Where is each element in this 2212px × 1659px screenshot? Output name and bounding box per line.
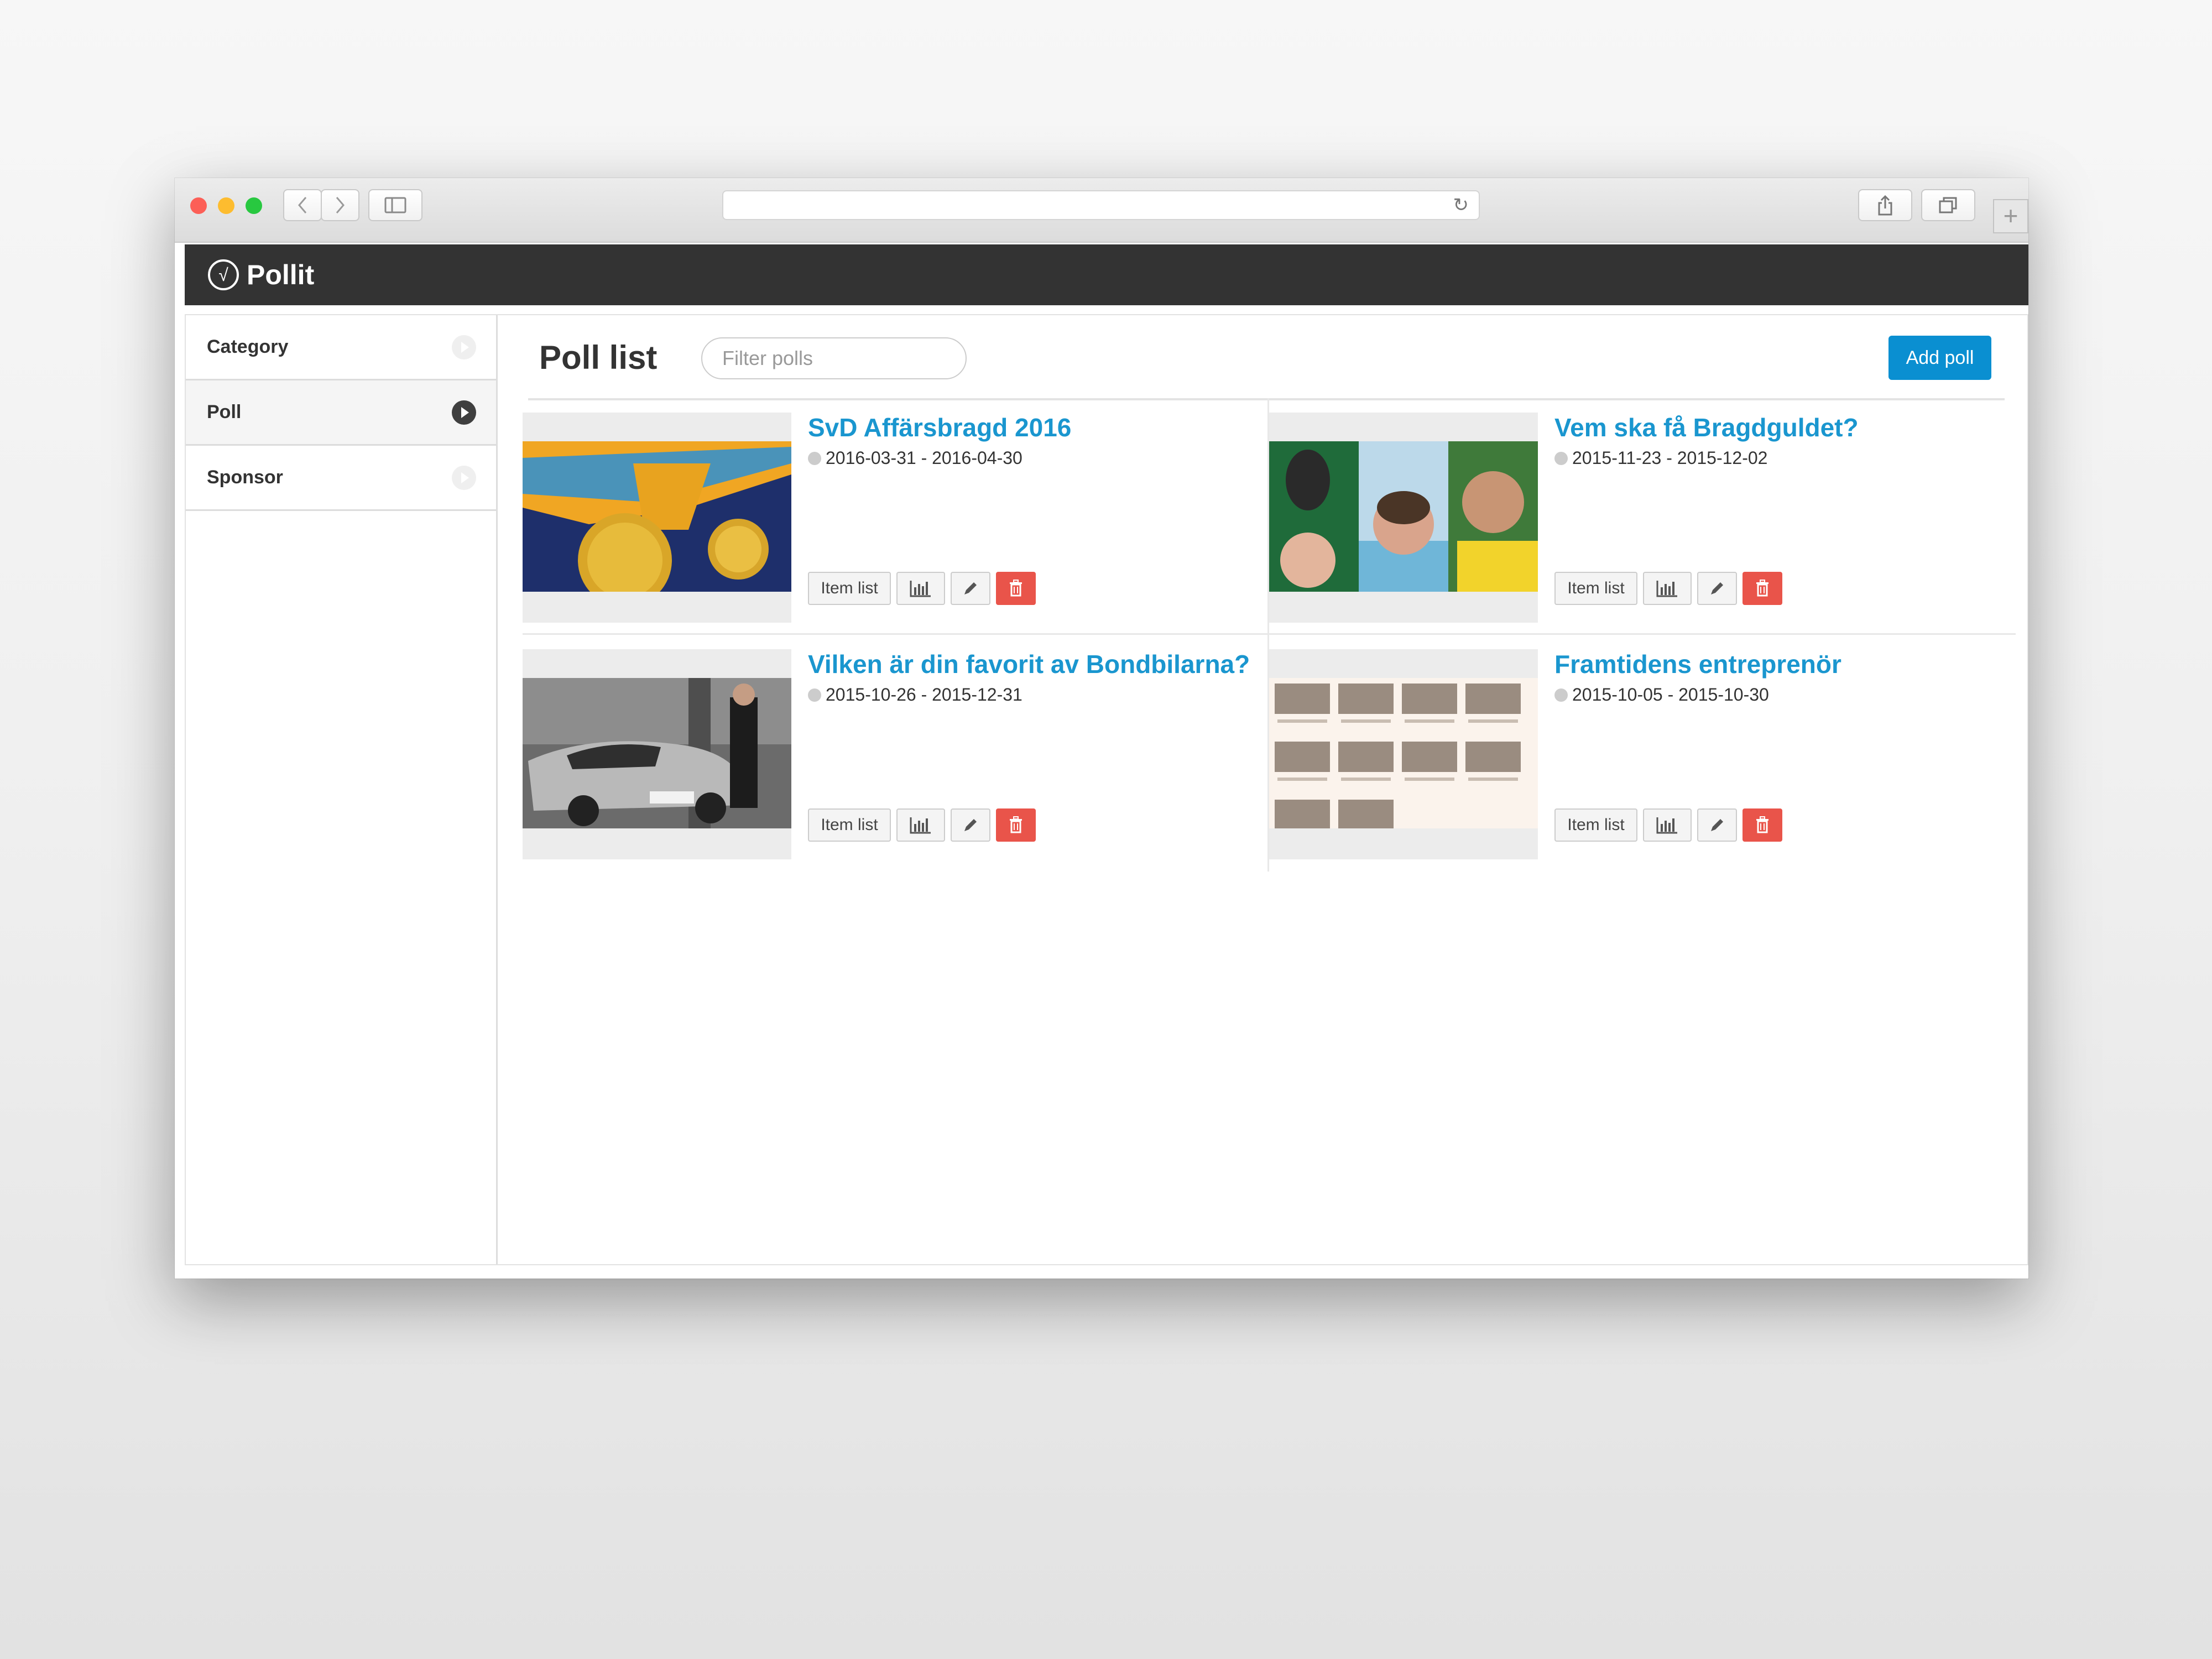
edit-button[interactable] [951,572,990,605]
poll-card: SvD Affärsbragd 2016 2016-03-31 - 2016-0… [523,398,1269,635]
stats-button[interactable] [1643,572,1692,605]
close-window-button[interactable] [190,197,207,214]
delete-button[interactable] [1743,808,1782,842]
poll-date-range: 2015-10-26 - 2015-12-31 [826,685,1022,705]
trash-icon [1756,580,1768,597]
tabs-overview-button[interactable] [1921,189,1975,221]
status-dot [1554,451,1568,465]
forward-button[interactable] [321,189,359,221]
poll-list-header: Poll list Add poll [528,315,2005,400]
main-content: Poll list Add poll [498,315,2027,1264]
poll-dates: 2015-10-26 - 2015-12-31 [808,685,1022,705]
edit-button[interactable] [1697,572,1737,605]
delete-button[interactable] [996,808,1036,842]
share-button[interactable] [1858,189,1912,221]
trash-icon [1010,580,1022,597]
pencil-icon [1711,819,1723,831]
poll-dates: 2016-03-31 - 2016-04-30 [808,448,1022,468]
entrepreneurs-grid-image [1269,678,1538,828]
poll-thumbnail[interactable] [523,649,791,859]
stats-button[interactable] [1643,808,1692,842]
play-arrow-icon [452,335,476,359]
bar-chart-icon [1656,817,1677,834]
poll-date-range: 2016-03-31 - 2016-04-30 [826,448,1022,468]
trash-icon [1010,816,1022,833]
sidebar-icon [384,197,406,213]
sidebar: Category Poll Sponsor [186,315,498,1264]
sidebar-item-label: Poll [207,401,242,422]
bar-chart-icon [910,581,931,597]
poll-title[interactable]: SvD Affärsbragd 2016 [808,413,1071,442]
poll-title[interactable]: Vem ska få Bragdguldet? [1554,413,1859,442]
item-list-button[interactable]: Item list [1554,572,1637,605]
poll-actions: Item list [808,572,1036,605]
pencil-icon [1711,582,1723,594]
item-list-button[interactable]: Item list [808,572,891,605]
sidebar-item-label: Sponsor [207,467,283,488]
browser-titlebar: ↻ + [175,178,2028,243]
address-bar[interactable]: ↻ [722,190,1480,220]
stats-button[interactable] [896,808,945,842]
add-poll-button[interactable]: Add poll [1888,336,1991,380]
new-tab-button[interactable]: + [1993,199,2028,233]
status-dot [808,688,821,702]
sidebar-toggle-button[interactable] [368,189,422,221]
app-body: Category Poll Sponsor Poll list Add poll [185,314,2028,1265]
poll-card: Vem ska få Bragdguldet? 2015-11-23 - 201… [1269,398,2016,635]
minimize-window-button[interactable] [218,197,234,214]
poll-date-range: 2015-11-23 - 2015-12-02 [1572,448,1768,468]
poll-card: Framtidens entreprenör 2015-10-05 - 2015… [1269,635,2016,872]
car-image [523,678,791,828]
poll-actions: Item list [808,808,1036,842]
browser-window: ↻ + √ Pollit Category Poll Sponsor Poll … [175,178,2028,1279]
page-title: Poll list [539,339,658,376]
back-button[interactable] [283,189,322,221]
chevron-right-icon [336,197,345,213]
pollit-logo-icon: √ [208,259,239,290]
sidebar-item-poll[interactable]: Poll [186,380,496,446]
tabs-icon [1939,197,1957,213]
delete-button[interactable] [996,572,1036,605]
bar-chart-icon [910,817,931,834]
pencil-icon [964,582,977,594]
app-name: Pollit [247,259,315,290]
poll-date-range: 2015-10-05 - 2015-10-30 [1572,685,1769,705]
chevron-left-icon [298,197,307,213]
sidebar-item-label: Category [207,336,289,357]
medal-image [523,441,791,592]
trash-icon [1756,816,1768,833]
delete-button[interactable] [1743,572,1782,605]
poll-title[interactable]: Vilken är din favorit av Bondbilarna? [808,649,1250,679]
status-dot [1554,688,1568,702]
reload-icon[interactable]: ↻ [1453,196,1469,215]
poll-dates: 2015-10-05 - 2015-10-30 [1554,685,1769,705]
app-header: √ Pollit [185,244,2028,305]
play-arrow-icon [452,400,476,425]
edit-button[interactable] [951,808,990,842]
poll-title[interactable]: Framtidens entreprenör [1554,649,1841,679]
poll-actions: Item list [1554,808,1782,842]
edit-button[interactable] [1697,808,1737,842]
poll-actions: Item list [1554,572,1782,605]
poll-grid: SvD Affärsbragd 2016 2016-03-31 - 2016-0… [523,398,2016,872]
stats-button[interactable] [896,572,945,605]
bar-chart-icon [1656,581,1677,597]
poll-thumbnail[interactable] [1269,649,1538,859]
poll-thumbnail[interactable] [1269,413,1538,623]
poll-dates: 2015-11-23 - 2015-12-02 [1554,448,1767,468]
maximize-window-button[interactable] [246,197,262,214]
poll-thumbnail[interactable] [523,413,791,623]
sidebar-item-sponsor[interactable]: Sponsor [186,446,496,511]
athletes-collage-image [1269,441,1538,592]
poll-card: Vilken är din favorit av Bondbilarna? 20… [523,635,1269,872]
share-icon [1878,195,1892,216]
play-arrow-icon [452,465,476,490]
pencil-icon [964,819,977,831]
item-list-button[interactable]: Item list [1554,808,1637,842]
filter-polls-input[interactable] [701,337,967,379]
sidebar-item-category[interactable]: Category [186,315,496,380]
item-list-button[interactable]: Item list [808,808,891,842]
status-dot [808,451,821,465]
